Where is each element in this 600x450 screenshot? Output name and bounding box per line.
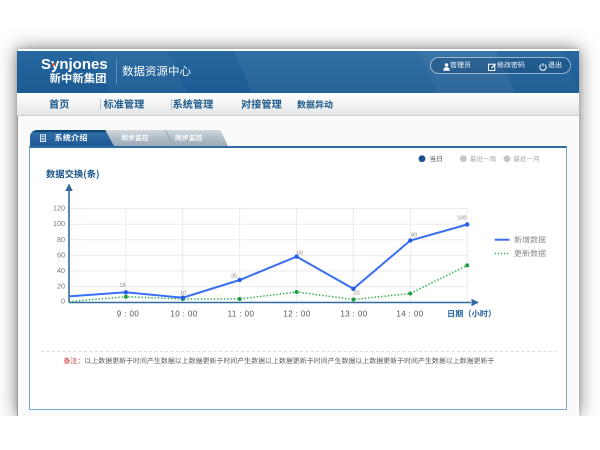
- svg-text:100: 100: [457, 216, 466, 222]
- svg-text:100: 100: [53, 219, 65, 228]
- svg-text:9 : 00: 9 : 00: [117, 310, 140, 319]
- svg-text:10: 10: [353, 291, 359, 297]
- svg-text:10 : 00: 10 : 00: [170, 310, 197, 319]
- svg-text:35: 35: [231, 274, 237, 280]
- svg-text:120: 120: [53, 204, 65, 213]
- svg-text:60: 60: [297, 251, 303, 257]
- svg-text:80: 80: [57, 235, 65, 244]
- svg-text:40: 40: [57, 266, 65, 275]
- svg-text:80: 80: [411, 233, 417, 239]
- svg-text:10: 10: [180, 291, 186, 297]
- svg-text:18: 18: [119, 283, 125, 289]
- svg-text:11 : 00: 11 : 00: [228, 310, 255, 319]
- svg-text:20: 20: [57, 282, 65, 291]
- svg-text:60: 60: [57, 250, 65, 259]
- svg-text:13 : 00: 13 : 00: [340, 310, 367, 319]
- svg-text:0: 0: [61, 296, 65, 305]
- svg-text:12 : 00: 12 : 00: [283, 310, 310, 319]
- svg-text:14 : 00: 14 : 00: [396, 310, 423, 319]
